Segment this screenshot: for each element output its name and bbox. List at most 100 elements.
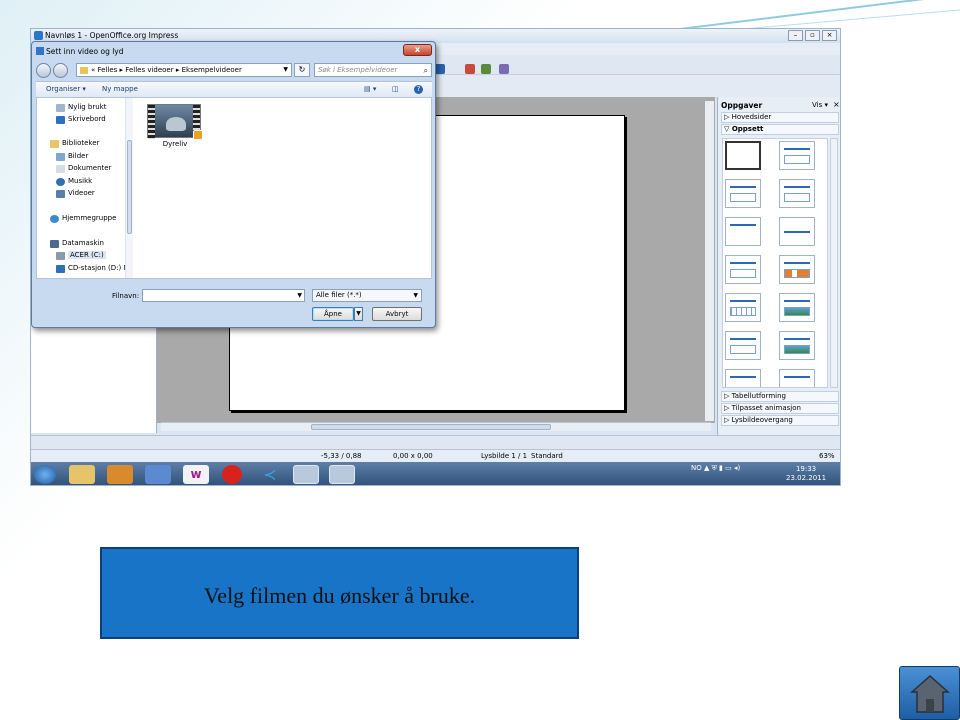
- refresh-icon[interactable]: ↻: [294, 63, 310, 77]
- start-button[interactable]: [34, 465, 56, 484]
- open-options-dropdown[interactable]: ▼: [354, 307, 363, 321]
- language-indicator[interactable]: NO: [691, 464, 702, 472]
- layout-centered-text[interactable]: [779, 217, 815, 246]
- app-icon[interactable]: ≺: [257, 465, 283, 484]
- layout-text-chart[interactable]: [725, 331, 761, 360]
- toolbar-icon[interactable]: [465, 64, 475, 74]
- maximize-button[interactable]: ▫: [805, 30, 820, 41]
- layout-title-image[interactable]: [779, 293, 815, 322]
- filetype-value: Alle filer (*.*): [316, 291, 362, 299]
- close-window-button[interactable]: ×: [822, 30, 837, 41]
- impress-icon: [34, 31, 43, 40]
- tree-item[interactable]: Videoer: [68, 189, 95, 197]
- horizontal-scrollbar[interactable]: [161, 422, 711, 431]
- tree-scrollbar[interactable]: [125, 98, 133, 278]
- scroll-thumb[interactable]: [127, 140, 132, 234]
- section-label: Tilpasset animasjon: [731, 404, 801, 412]
- back-button[interactable]: [36, 63, 51, 78]
- breadcrumb-item[interactable]: Felles: [98, 66, 118, 74]
- home-button[interactable]: [899, 666, 960, 720]
- app-icon[interactable]: [145, 465, 171, 484]
- cancel-button[interactable]: Avbryt: [372, 307, 422, 321]
- layout-title-chart[interactable]: [779, 255, 815, 284]
- tree-item[interactable]: Hjemmegruppe: [62, 214, 116, 222]
- tree-item[interactable]: Biblioteker: [62, 139, 99, 147]
- taskpane-view-menu[interactable]: Vis ▾: [812, 101, 828, 109]
- layout-title-only[interactable]: [725, 217, 761, 246]
- section-hovedsider[interactable]: ▷ Hovedsider: [721, 112, 839, 123]
- taskpane-title: Oppgaver: [721, 101, 763, 110]
- computer-icon: [50, 240, 59, 248]
- tree-item-selected[interactable]: ACER (C:): [68, 251, 106, 259]
- breadcrumb-item[interactable]: Felles videoer: [125, 66, 173, 74]
- tree-item[interactable]: Datamaskin: [62, 239, 104, 247]
- layout-title[interactable]: [779, 141, 815, 170]
- clock[interactable]: 19:33 23.02.2011: [786, 465, 826, 483]
- breadcrumb-item[interactable]: Eksempelvideoer: [182, 66, 242, 74]
- tree-item[interactable]: Musikk: [68, 177, 92, 185]
- homegroup-icon: [50, 215, 59, 223]
- tree-item[interactable]: Skrivebord: [68, 115, 106, 123]
- breadcrumb[interactable]: « Felles ▸ Felles videoer ▸ Eksempelvide…: [76, 63, 292, 77]
- chevron-down-icon[interactable]: ▼: [297, 292, 302, 299]
- layout-title-table[interactable]: [725, 293, 761, 322]
- explorer-icon[interactable]: [69, 465, 95, 484]
- zoom-readout[interactable]: 63%: [819, 452, 835, 460]
- layout-two-content[interactable]: [779, 179, 815, 208]
- filetype-select[interactable]: Alle filer (*.*) ▼: [312, 289, 422, 302]
- help-icon[interactable]: [435, 64, 445, 74]
- statusbar: -5,33 / 0,88 0,00 x 0,00 Lysbilde 1 / 1 …: [31, 449, 840, 462]
- size-readout: 0,00 x 0,00: [393, 452, 433, 460]
- view-label: Vis: [812, 101, 823, 109]
- media-player-icon[interactable]: [107, 465, 133, 484]
- tree-item[interactable]: Nylig brukt: [68, 103, 107, 111]
- vertical-scrollbar[interactable]: [705, 101, 714, 421]
- layout-blank[interactable]: [725, 141, 761, 170]
- dialog-title: Sett inn video og lyd: [46, 47, 124, 56]
- master-name: Standard: [531, 452, 563, 460]
- section-tabellutforming[interactable]: ▷ Tabellutforming: [721, 391, 839, 402]
- slide-indicator: Lysbilde 1 / 1: [481, 452, 528, 460]
- organize-button[interactable]: Organiser ▾: [46, 85, 86, 93]
- forward-button[interactable]: [53, 63, 68, 78]
- section-oppsett[interactable]: ▽ Oppsett: [721, 124, 839, 135]
- layout-more[interactable]: [725, 369, 761, 387]
- drawing-toolbar: [31, 435, 840, 449]
- impress-taskbar-icon[interactable]: [329, 465, 355, 484]
- layout-image-text[interactable]: [779, 331, 815, 360]
- section-lysbildeovergang[interactable]: ▷ Lysbildeovergang: [721, 415, 839, 426]
- taskpane-scrollbar[interactable]: [830, 138, 838, 388]
- close-icon[interactable]: x: [403, 44, 432, 56]
- help-icon[interactable]: ?: [414, 85, 423, 94]
- preview-pane-icon[interactable]: ◫: [392, 85, 399, 93]
- layout-more[interactable]: [779, 369, 815, 387]
- clock-time: 19:33: [795, 465, 817, 473]
- documents-icon: [56, 165, 65, 173]
- scroll-thumb[interactable]: [311, 424, 551, 430]
- layout-title-text[interactable]: [725, 255, 761, 284]
- minimize-button[interactable]: –: [788, 30, 803, 41]
- layout-title-content[interactable]: [725, 179, 761, 208]
- filename-label: Filnavn:: [112, 292, 140, 300]
- section-tilpasset-animasjon[interactable]: ▷ Tilpasset animasjon: [721, 403, 839, 414]
- toolbar-icon[interactable]: [481, 64, 491, 74]
- open-button[interactable]: Åpne: [312, 307, 354, 321]
- search-input[interactable]: Søk i Eksempelvideoer ⌕: [314, 63, 432, 77]
- tree-item[interactable]: Bilder: [68, 152, 88, 160]
- file-item[interactable]: Dyreliv: [147, 104, 203, 148]
- toolbar-icon[interactable]: [499, 64, 509, 74]
- caption-box: Velg filmen du ønsker å bruke.: [100, 547, 579, 639]
- tree-item[interactable]: CD-stasjon (D:) M: [68, 264, 130, 272]
- chevron-down-icon[interactable]: ▼: [283, 64, 288, 76]
- new-folder-button[interactable]: Ny mappe: [102, 85, 138, 93]
- tree-item[interactable]: Dokumenter: [68, 164, 111, 172]
- app-w-icon[interactable]: w: [183, 465, 209, 484]
- openoffice-taskbar-icon[interactable]: [293, 465, 319, 484]
- close-icon[interactable]: ×: [833, 100, 840, 109]
- libraries-icon: [50, 140, 59, 148]
- view-options-icon[interactable]: ▤ ▾: [364, 85, 376, 93]
- section-label: Oppsett: [731, 125, 764, 133]
- opera-icon[interactable]: [222, 465, 242, 484]
- breadcrumb-more[interactable]: «: [91, 66, 95, 74]
- filename-field[interactable]: ▼: [142, 289, 305, 302]
